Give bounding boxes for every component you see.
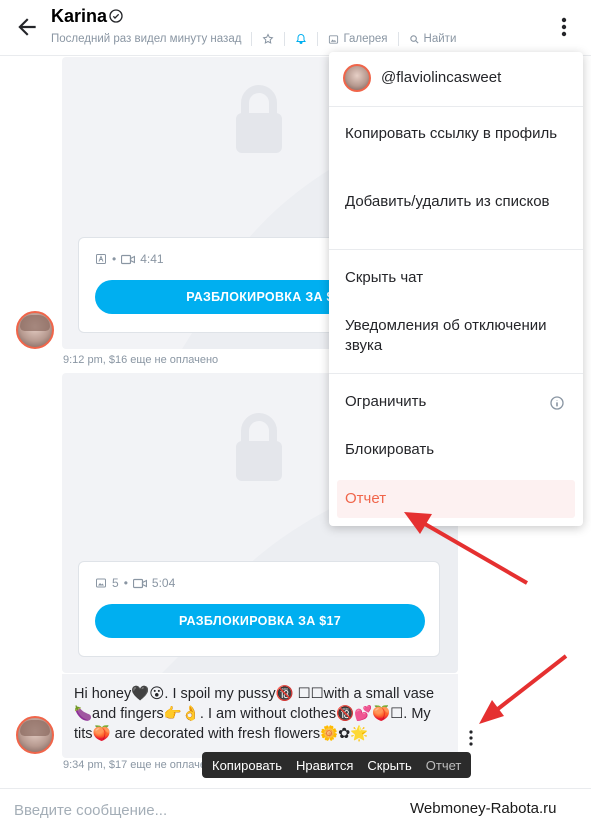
last-seen-status: Последний раз видел минуту назад xyxy=(51,33,242,45)
media-info: 5 • 5:04 xyxy=(95,576,175,590)
copy-button[interactable]: Копировать xyxy=(212,758,282,773)
video-duration: 5:04 xyxy=(151,576,176,590)
report-button[interactable]: Отчет xyxy=(426,758,462,773)
menu-item-block[interactable]: Блокировать xyxy=(345,440,571,460)
gallery-link[interactable]: Галерея xyxy=(328,33,388,45)
back-arrow-icon[interactable] xyxy=(14,14,40,40)
text-media-icon xyxy=(96,254,106,264)
divider xyxy=(397,32,399,46)
like-button[interactable]: Нравится xyxy=(296,758,353,773)
more-options-icon[interactable] xyxy=(556,14,572,40)
chat-header: Karina Последний раз видел минуту назад … xyxy=(0,0,591,56)
video-icon xyxy=(121,254,136,264)
photo-count: 5 xyxy=(112,576,119,590)
chat-title[interactable]: Karina xyxy=(51,6,107,27)
avatar xyxy=(343,64,371,92)
menu-item-copy-link[interactable]: Копировать ссылку в профиль xyxy=(345,124,571,144)
divider xyxy=(317,32,319,46)
search-icon xyxy=(409,34,419,44)
message-meta: 9:34 pm, $17 еще не оплачено xyxy=(63,759,218,771)
message-time: 9:34 pm, xyxy=(63,759,106,771)
info-icon[interactable] xyxy=(549,395,565,411)
message-time: 9:12 pm, xyxy=(63,354,106,366)
menu-item-lists[interactable]: Добавить/удалить из списков xyxy=(345,192,571,212)
bell-icon[interactable] xyxy=(295,33,307,45)
menu-item-restrict[interactable]: Ограничить xyxy=(345,392,571,412)
image-icon xyxy=(329,34,339,44)
site-watermark: Webmoney-Rabota.ru xyxy=(410,800,557,817)
gallery-label: Галерея xyxy=(343,33,388,45)
divider xyxy=(329,106,583,107)
verified-icon xyxy=(109,9,123,23)
media-info: • 4:41 xyxy=(95,252,164,266)
menu-item-mute[interactable]: Уведомления об отключении звука xyxy=(345,316,571,356)
message-context-toolbar: Копировать Нравится Скрыть Отчет xyxy=(202,752,472,778)
chat-options-menu: @flaviolincasweet Копировать ссылку в пр… xyxy=(329,52,583,526)
divider xyxy=(329,373,583,374)
search-link[interactable]: Найти xyxy=(409,33,457,45)
avatar[interactable] xyxy=(16,311,54,349)
menu-item-hide-chat[interactable]: Скрыть чат xyxy=(345,268,571,288)
star-icon[interactable] xyxy=(262,33,274,45)
message-options-icon[interactable] xyxy=(466,729,476,747)
unlock-button[interactable]: РАЗБЛОКИРОВКА ЗА $17 xyxy=(95,604,425,638)
message-input[interactable] xyxy=(14,799,374,821)
video-icon xyxy=(132,578,147,588)
message-meta: 9:12 pm, $16 еще не оплачено xyxy=(63,354,218,366)
price-note: $16 еще не оплачено xyxy=(108,354,219,366)
image-icon xyxy=(96,578,106,588)
avatar[interactable] xyxy=(16,716,54,754)
video-duration: 4:41 xyxy=(140,252,164,266)
menu-item-report[interactable]: Отчет xyxy=(345,489,571,509)
media-card: 5 • 5:04 РАЗБЛОКИРОВКА ЗА $17 xyxy=(78,561,440,657)
hide-button[interactable]: Скрыть xyxy=(367,758,411,773)
message-text[interactable]: Hi honey🖤😮. I spoil my pussy🔞 ☐☐with a s… xyxy=(62,674,458,758)
search-label: Найти xyxy=(423,33,457,45)
menu-username[interactable]: @flaviolincasweet xyxy=(381,68,591,88)
divider xyxy=(329,249,583,250)
divider xyxy=(251,32,253,46)
divider xyxy=(284,32,286,46)
chat-subbar: Последний раз видел минуту назад Галерея… xyxy=(51,32,456,46)
